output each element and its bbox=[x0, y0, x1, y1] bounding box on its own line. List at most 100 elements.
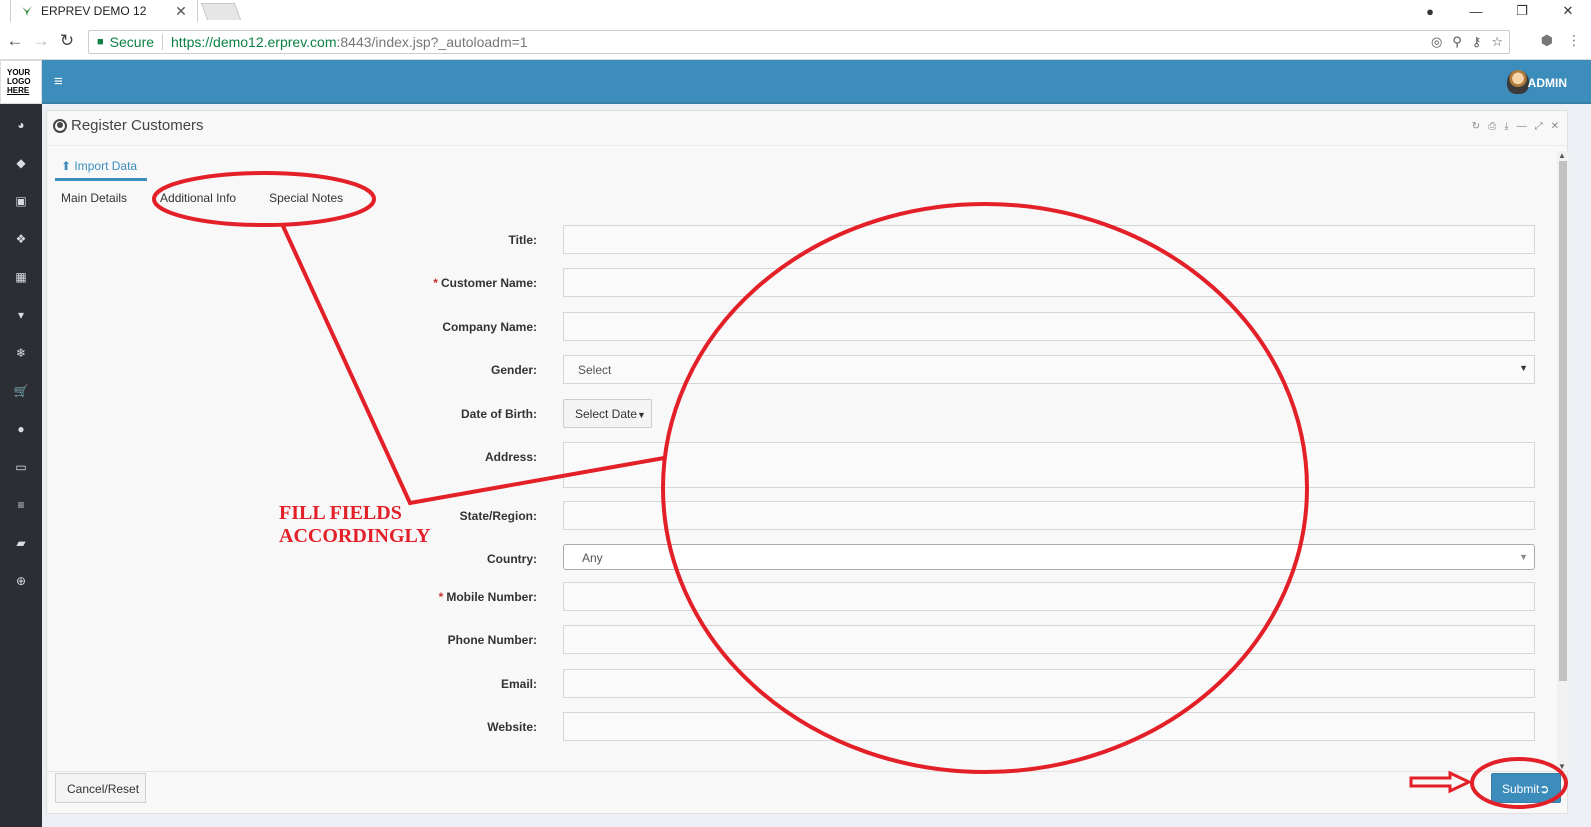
cart-icon[interactable]: 🛒 bbox=[0, 384, 42, 398]
address-row: Address: bbox=[47, 442, 1569, 488]
email-input[interactable] bbox=[563, 669, 1535, 698]
required-mark: * bbox=[438, 590, 444, 604]
email-row: Email: bbox=[47, 669, 1569, 699]
tab-title: ERPREV DEMO 12 bbox=[41, 4, 147, 18]
dob-row: Date of Birth: Select Date▼ bbox=[47, 399, 1569, 429]
required-mark: * bbox=[433, 276, 438, 290]
reload-icon[interactable]: ↻ bbox=[54, 31, 80, 51]
tab-close-icon[interactable]: ✕ bbox=[173, 3, 189, 20]
book-icon[interactable]: ▰ bbox=[0, 536, 42, 550]
website-input[interactable] bbox=[563, 712, 1535, 741]
company-name-input[interactable] bbox=[563, 312, 1535, 341]
gender-row: Gender: Select ▼ bbox=[47, 355, 1569, 385]
secure-label: Secure bbox=[109, 34, 155, 50]
extension-icon[interactable]: ⬢ bbox=[1541, 32, 1553, 49]
database-icon[interactable]: ≡ bbox=[0, 498, 42, 512]
title-row: Title: bbox=[47, 225, 1569, 255]
back-icon[interactable]: ← bbox=[2, 31, 28, 51]
location-icon[interactable]: ◎ bbox=[1431, 34, 1442, 50]
mobile-row: * Mobile Number: bbox=[47, 582, 1569, 612]
bookmark-star-icon[interactable]: ☆ bbox=[1491, 34, 1503, 50]
panel-tools: ↻ ⎙ ⤓ — ⤢ ✕ bbox=[1472, 121, 1559, 132]
download-icon[interactable]: ⤓ bbox=[1504, 121, 1508, 132]
minimize-panel-icon[interactable]: — bbox=[1517, 121, 1527, 132]
zoom-icon[interactable]: ⚲ bbox=[1452, 34, 1462, 50]
hamburger-menu-icon[interactable]: ≡ bbox=[54, 73, 63, 90]
address-textarea[interactable] bbox=[563, 442, 1535, 488]
customer-name-input[interactable] bbox=[563, 268, 1535, 297]
cancel-reset-button[interactable]: Cancel/Reset bbox=[55, 773, 146, 803]
dashboard-icon[interactable]: ◕ bbox=[0, 118, 42, 132]
customer-name-label: Customer Name: bbox=[440, 276, 537, 290]
menu-dots-icon[interactable]: ⋮ bbox=[1567, 32, 1581, 49]
tab-special-notes[interactable]: Special Notes bbox=[269, 191, 343, 205]
money-icon[interactable]: ▣ bbox=[0, 194, 42, 208]
user-name[interactable]: ADMIN bbox=[1528, 76, 1567, 90]
print-icon[interactable]: ⎙ bbox=[1488, 121, 1496, 132]
address-bar[interactable]: ■ Secure https://demo12.erprev.com :8443… bbox=[88, 30, 1510, 54]
expand-icon[interactable]: ⤢ bbox=[1535, 121, 1543, 132]
browser-toolbar: ← → ↻ ■ Secure https://demo12.erprev.com… bbox=[0, 22, 1591, 60]
lock-icon: ■ bbox=[97, 36, 104, 48]
circle-icon[interactable]: ● bbox=[0, 422, 42, 436]
customer-name-row: * Customer Name: bbox=[47, 268, 1569, 298]
avatar[interactable] bbox=[1507, 70, 1529, 94]
tab-additional-info[interactable]: Additional Info bbox=[160, 191, 236, 205]
scroll-thumb[interactable] bbox=[1559, 161, 1567, 681]
upload-icon: ⬆ bbox=[61, 159, 72, 173]
email-label: Email: bbox=[500, 677, 537, 691]
tag-icon[interactable]: ◆ bbox=[0, 156, 42, 170]
app-sidebar: YOUR LOGO HERE ◕ ◆ ▣ ❖ ▦ ▾ ❄ 🛒 ● ▭ ≡ ▰ ⊕ bbox=[0, 60, 42, 827]
website-label: Website: bbox=[487, 720, 537, 734]
user-circle-icon bbox=[53, 118, 67, 133]
scroll-down-icon[interactable]: ▼ bbox=[1558, 762, 1566, 771]
form-scrollbar[interactable]: ▲ ▼ bbox=[1557, 151, 1569, 771]
caret-down-icon: ▼ bbox=[637, 410, 646, 420]
state-row: State/Region: bbox=[47, 501, 1569, 531]
main-content: Register Customers ↻ ⎙ ⤓ — ⤢ ✕ ⬆ Import … bbox=[42, 104, 1591, 827]
title-label: Title: bbox=[508, 233, 537, 247]
title-input[interactable] bbox=[563, 225, 1535, 254]
refresh-icon[interactable]: ↻ bbox=[1472, 121, 1480, 132]
phone-row: Phone Number: bbox=[47, 625, 1569, 655]
arrow-circle-right-icon: ➲ bbox=[1539, 782, 1550, 796]
minimize-icon[interactable]: — bbox=[1453, 4, 1499, 19]
phone-input[interactable] bbox=[563, 625, 1535, 654]
app-header: ≡ ADMIN bbox=[42, 60, 1591, 104]
desktop-icon[interactable]: ▭ bbox=[0, 460, 42, 474]
form-tabs: Main Details Additional Info Special Not… bbox=[61, 191, 376, 205]
building-icon[interactable]: ▦ bbox=[0, 270, 42, 284]
submit-button[interactable]: Submit➲ bbox=[1491, 773, 1561, 803]
website-row: Website: bbox=[47, 712, 1569, 742]
browser-tab[interactable]: ERPREV DEMO 12 ✕ bbox=[10, 0, 198, 22]
scroll-up-icon[interactable]: ▲ bbox=[1558, 151, 1566, 160]
key-icon[interactable]: ⚷ bbox=[1472, 34, 1482, 50]
logo[interactable]: YOUR LOGO HERE bbox=[0, 60, 42, 104]
close-panel-icon[interactable]: ✕ bbox=[1551, 121, 1559, 132]
chevron-down-icon: ▼ bbox=[1519, 552, 1528, 562]
page-title: Register Customers bbox=[71, 117, 204, 134]
archive-icon[interactable]: ▾ bbox=[0, 308, 42, 322]
company-name-row: Company Name: bbox=[47, 312, 1569, 342]
cubes-icon[interactable]: ❖ bbox=[0, 232, 42, 246]
import-data-tab[interactable]: ⬆ Import Data bbox=[55, 151, 147, 181]
close-window-icon[interactable]: ✕ bbox=[1545, 3, 1591, 19]
country-label: Country: bbox=[487, 552, 537, 566]
url-host: https://demo12.erprev.com bbox=[171, 34, 337, 50]
gender-select[interactable]: Select ▼ bbox=[563, 355, 1535, 384]
snowflake-icon[interactable]: ❄ bbox=[0, 346, 42, 360]
mobile-input[interactable] bbox=[563, 582, 1535, 611]
profile-icon[interactable]: ● bbox=[1407, 4, 1453, 19]
state-label: State/Region: bbox=[459, 509, 537, 523]
restore-icon[interactable]: ❐ bbox=[1499, 3, 1545, 19]
state-input[interactable] bbox=[563, 501, 1535, 530]
company-name-label: Company Name: bbox=[442, 320, 537, 334]
forward-icon[interactable]: → bbox=[28, 31, 54, 51]
support-icon[interactable]: ⊕ bbox=[0, 574, 42, 588]
select-date-button[interactable]: Select Date▼ bbox=[563, 399, 652, 428]
register-customers-panel: Register Customers ↻ ⎙ ⤓ — ⤢ ✕ ⬆ Import … bbox=[46, 110, 1569, 814]
country-select[interactable]: Any ▼ bbox=[563, 544, 1535, 570]
tab-main-details[interactable]: Main Details bbox=[61, 191, 127, 205]
new-tab-button[interactable] bbox=[200, 3, 242, 20]
country-row: Country: Any ▼ bbox=[47, 544, 1569, 574]
